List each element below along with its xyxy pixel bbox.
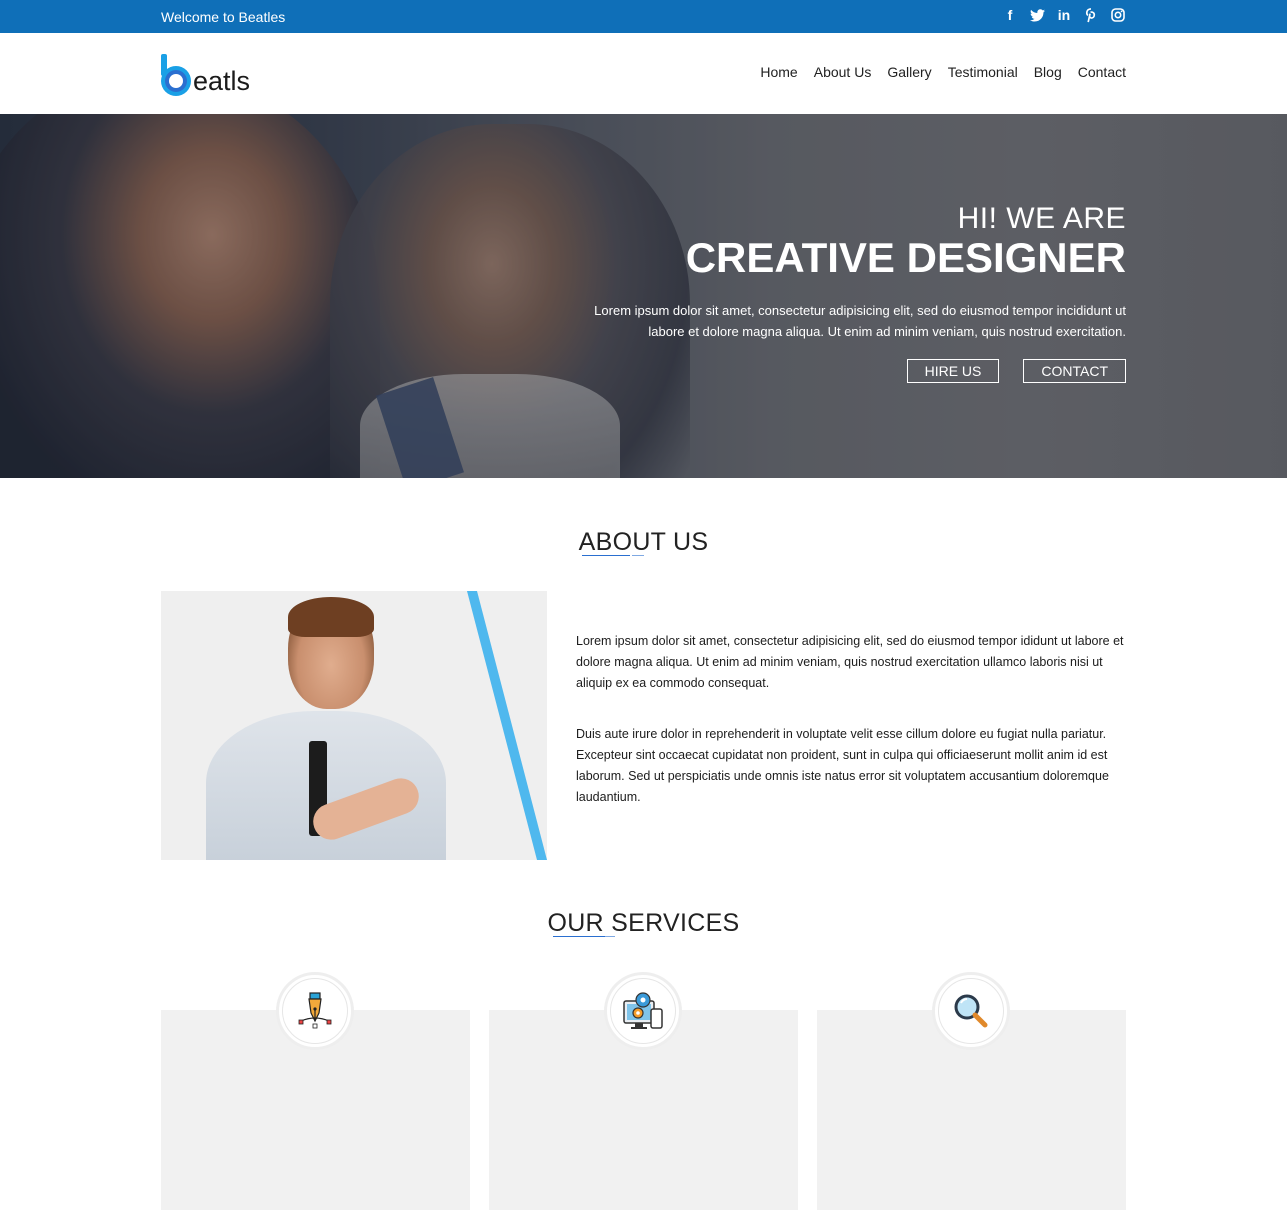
nav-testimonial[interactable]: Testimonial (948, 64, 1018, 80)
devices-settings-icon (623, 992, 663, 1029)
instagram-icon[interactable] (1110, 6, 1126, 24)
nav-gallery[interactable]: Gallery (887, 64, 931, 80)
nav-blog[interactable]: Blog (1034, 64, 1062, 80)
welcome-text: Welcome to Beatles (161, 9, 286, 25)
service-icon-badge (604, 972, 682, 1050)
hero-description: Lorem ipsum dolor sit amet, consectetur … (594, 303, 1126, 340)
services-section-title: OUR SERVICES (547, 909, 740, 937)
hero-buttons: HIRE US CONTACT (566, 359, 1126, 384)
about-paragraph-1: Lorem ipsum dolor sit amet, consectetur … (576, 634, 1124, 690)
logo-text: eatls (193, 66, 251, 96)
about-image (161, 591, 547, 860)
hero-banner: HI! WE ARE CREATIVE DESIGNER Lorem ipsum… (0, 114, 1287, 478)
hero-text: HI! WE ARE CREATIVE DESIGNER Lorem ipsum… (566, 202, 1126, 384)
hero-kicker: HI! WE ARE (957, 202, 1126, 235)
hire-us-button[interactable]: HIRE US (906, 359, 1000, 384)
twitter-icon[interactable] (1029, 6, 1045, 24)
nav-home[interactable]: Home (760, 64, 797, 80)
hero-title: CREATIVE DESIGNER (685, 234, 1126, 281)
nav-about-us[interactable]: About Us (814, 64, 872, 80)
nav-contact[interactable]: Contact (1078, 64, 1126, 80)
linkedin-icon[interactable]: in (1056, 6, 1072, 24)
logo-mark-icon (161, 54, 195, 96)
about-section-title: ABOUT US (578, 528, 709, 556)
service-icon-badge (932, 972, 1010, 1050)
top-bar: Welcome to Beatles f in (0, 0, 1287, 33)
main-nav: Home About Us Gallery Testimonial Blog C… (760, 64, 1126, 80)
service-icon-badge (276, 972, 354, 1050)
about-paragraph-2: Duis aute irure dolor in reprehenderit i… (576, 727, 1109, 804)
contact-button[interactable]: CONTACT (1023, 359, 1126, 384)
site-header: eatls Home About Us Gallery Testimonial … (0, 33, 1287, 114)
pinterest-icon[interactable] (1083, 6, 1099, 24)
magnifier-icon (954, 994, 988, 1028)
logo[interactable]: eatls (161, 52, 251, 96)
social-links: f in (1002, 6, 1126, 24)
pen-tool-icon (298, 992, 332, 1029)
facebook-icon[interactable]: f (1002, 6, 1018, 24)
